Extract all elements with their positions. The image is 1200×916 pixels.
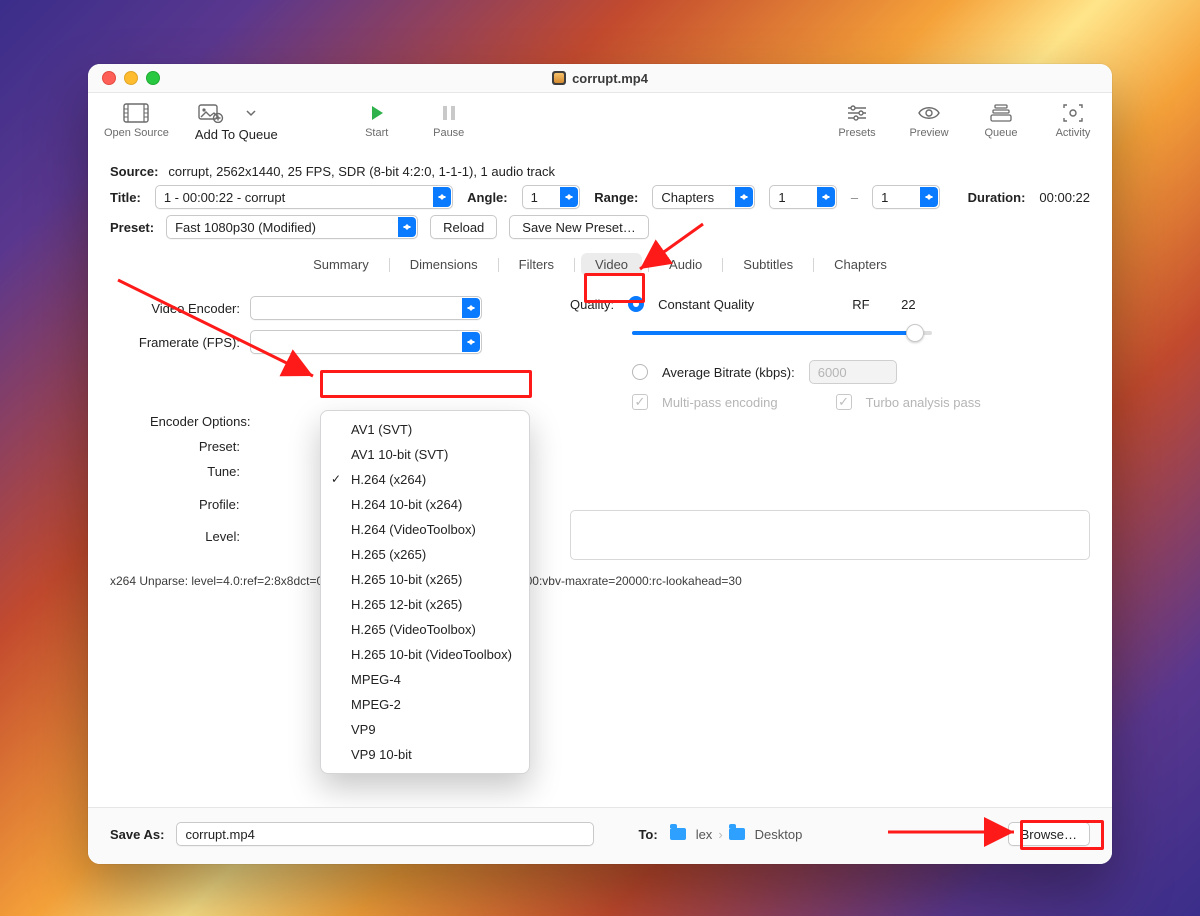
annotation-arrow bbox=[88, 64, 1112, 864]
app-window: corrupt.mp4 Open Source bbox=[88, 64, 1112, 864]
